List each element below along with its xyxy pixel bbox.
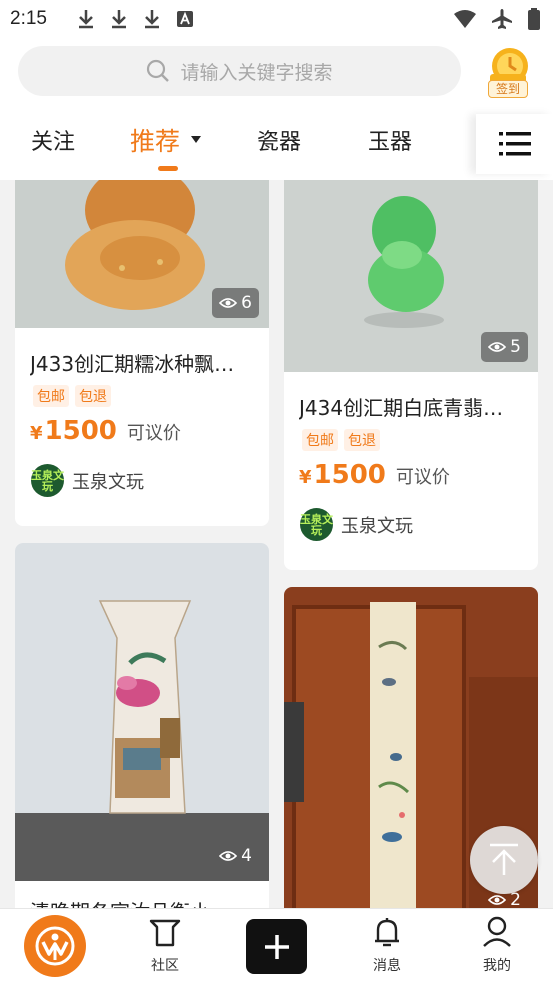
view-count: 6: [241, 293, 252, 313]
signin-button[interactable]: 签到: [478, 42, 538, 102]
caret-down-icon[interactable]: [191, 136, 201, 143]
publish-button[interactable]: [246, 919, 307, 974]
shop-info[interactable]: 玉泉文玩 玉泉文玩: [300, 508, 413, 541]
product-card[interactable]: 6 J433创汇期糯冰种飘… 包邮 包退 ¥ 1500 可议价 玉泉文玩 玉泉文…: [15, 180, 269, 526]
shop-name[interactable]: 玉泉文玩: [72, 468, 144, 494]
nav-messages-label: 消息: [373, 958, 401, 974]
eye-icon: [488, 342, 507, 352]
tab-active-indicator: [158, 166, 178, 171]
nav-community-label: 社区: [151, 958, 179, 974]
download-icon: [144, 10, 159, 29]
menu-icon: [498, 132, 531, 156]
nav-mine[interactable]: 我的: [462, 915, 532, 975]
scroll-to-top-button[interactable]: [470, 826, 538, 894]
negotiable-label: 可议价: [126, 423, 181, 444]
view-count-badge: 5: [481, 332, 528, 362]
view-count-badge: 4: [212, 841, 259, 871]
tag-return: 包退: [344, 429, 380, 451]
tab-recommend[interactable]: 推荐: [130, 122, 180, 158]
service-tags: 包邮 包退: [302, 429, 380, 451]
search-icon: [147, 59, 170, 82]
product-card[interactable]: 4 清晚期冬官汝品衡小: [15, 543, 269, 908]
view-count: 5: [510, 337, 521, 357]
eye-icon: [219, 851, 238, 861]
product-image-porcelain-vase[interactable]: [15, 543, 269, 881]
bottom-navigation: 社区 消息 我的: [0, 908, 553, 983]
price-amount: 1500: [44, 416, 117, 446]
download-icon: [111, 10, 126, 29]
category-menu-button[interactable]: [476, 114, 553, 174]
user-icon: [483, 916, 511, 947]
view-count: 4: [241, 846, 252, 866]
nav-community[interactable]: 社区: [130, 915, 200, 975]
shop-avatar[interactable]: 玉泉文玩: [300, 508, 333, 541]
airplane-icon: [492, 9, 512, 29]
header: 请输入关键字搜索 签到 关注 推荐 瓷器 玉器: [0, 38, 553, 180]
negotiable-label: 可议价: [395, 467, 450, 488]
eye-icon: [219, 298, 238, 308]
tag-free-shipping: 包邮: [33, 385, 69, 407]
price: ¥ 1500 可议价: [30, 416, 181, 446]
product-title[interactable]: J434创汇期白底青翡…: [299, 392, 524, 421]
currency-symbol: ¥: [299, 467, 312, 488]
tag-return: 包退: [75, 385, 111, 407]
home-logo-icon: [35, 926, 75, 966]
tab-porcelain[interactable]: 瓷器: [257, 124, 301, 156]
signin-label: 签到: [488, 80, 528, 98]
shop-avatar[interactable]: 玉泉文玩: [31, 464, 64, 497]
product-title[interactable]: 清晚期冬官汝品衡小: [30, 896, 210, 908]
category-tabs: 关注 推荐 瓷器 玉器: [0, 114, 553, 174]
download-icon: [78, 10, 93, 29]
search-placeholder: 请输入关键字搜索: [180, 61, 333, 84]
community-icon: [149, 919, 181, 947]
view-count-badge: 6: [212, 288, 259, 318]
product-feed[interactable]: 6 J433创汇期糯冰种飘… 包邮 包退 ¥ 1500 可议价 玉泉文玩 玉泉文…: [0, 180, 553, 908]
bell-icon: [375, 918, 399, 947]
tab-jade[interactable]: 玉器: [368, 124, 412, 156]
home-button[interactable]: [24, 915, 86, 977]
nav-messages[interactable]: 消息: [352, 915, 422, 975]
shop-info[interactable]: 玉泉文玩 玉泉文玩: [31, 464, 144, 497]
price: ¥ 1500 可议价: [299, 460, 450, 490]
search-input[interactable]: 请输入关键字搜索: [18, 46, 461, 96]
status-bar: 2:15: [0, 0, 553, 38]
product-title[interactable]: J433创汇期糯冰种飘…: [30, 348, 255, 377]
tag-free-shipping: 包邮: [302, 429, 338, 451]
status-time: 2:15: [10, 8, 47, 29]
plus-icon: [264, 934, 289, 959]
tab-follow[interactable]: 关注: [31, 124, 75, 156]
eye-icon: [488, 895, 507, 905]
keyboard-a-icon: [176, 11, 193, 27]
arrow-up-icon: [490, 843, 518, 875]
product-card[interactable]: 5 J434创汇期白底青翡… 包邮 包退 ¥ 1500 可议价 玉泉文玩 玉泉文…: [284, 180, 538, 570]
currency-symbol: ¥: [30, 423, 43, 444]
nav-mine-label: 我的: [483, 958, 511, 974]
shop-name[interactable]: 玉泉文玩: [341, 512, 413, 538]
service-tags: 包邮 包退: [33, 385, 111, 407]
wifi-icon: [454, 10, 476, 28]
price-amount: 1500: [313, 460, 386, 490]
battery-icon: [528, 8, 540, 30]
